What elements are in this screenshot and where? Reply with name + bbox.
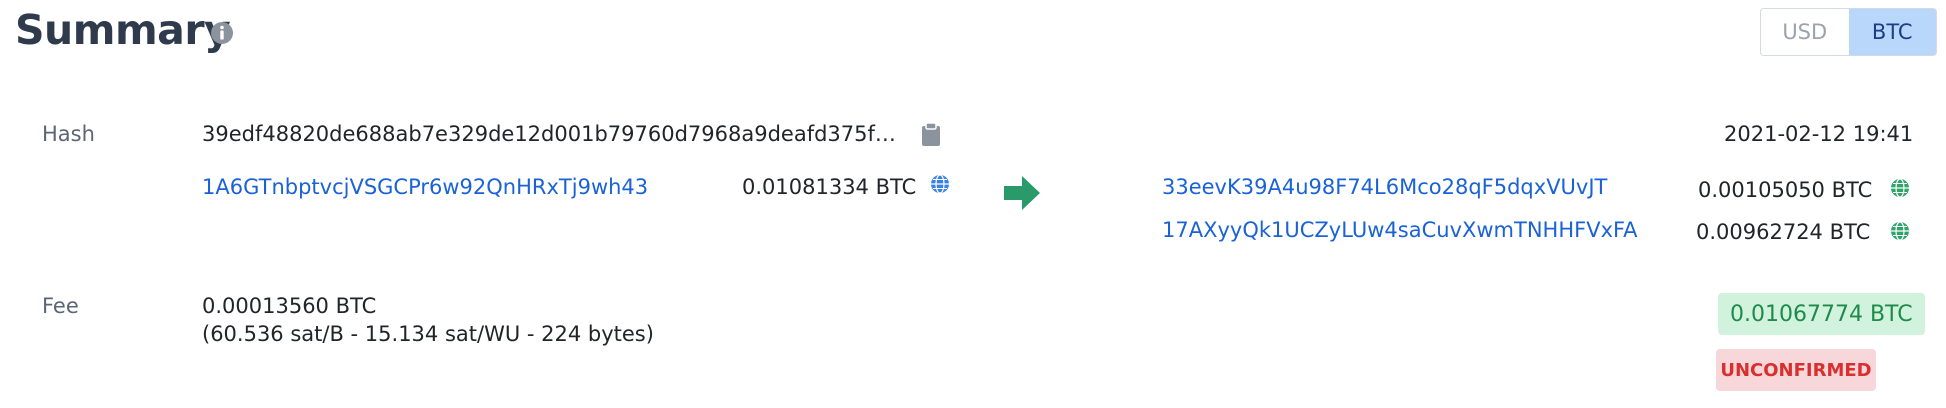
hash-value[interactable]: 39edf48820de688ab7e329de12d001b79760d796… [202,122,896,146]
fee-value: 0.00013560 BTC [202,294,377,318]
currency-toggle: USD BTC [1760,8,1937,56]
input-address[interactable]: 1A6GTnbptvcjVSGCPr6w92QnHRxTj9wh43 [202,175,648,199]
output-amount-2: 0.00962724 BTC [1696,220,1871,244]
globe-icon[interactable] [930,174,950,199]
timestamp: 2021-02-12 19:41 [1724,122,1914,146]
input-amount: 0.01081334 BTC [742,175,917,199]
hash-label: Hash [42,122,95,146]
currency-usd-button[interactable]: USD [1761,9,1849,55]
output-address-1[interactable]: 33eevK39A4u98F74L6Mco28qF5dqxVUvJT [1162,175,1607,199]
globe-icon[interactable] [1890,178,1910,203]
info-circle-icon[interactable] [209,20,235,51]
total-amount-badge: 0.01067774 BTC [1718,293,1925,335]
transaction-summary: Summary USD BTC Hash 39edf48820de688ab7e… [0,0,1946,408]
currency-btc-button[interactable]: BTC [1848,9,1936,55]
output-amount-1: 0.00105050 BTC [1698,178,1873,202]
output-address-2[interactable]: 17AXyyQk1UCZyLUw4saCuvXwmTNHHFVxFA [1162,218,1638,242]
globe-icon[interactable] [1890,221,1910,246]
arrow-right-icon [1004,176,1040,215]
fee-details: (60.536 sat/B - 15.134 sat/WU - 224 byte… [202,322,654,346]
status-badge: UNCONFIRMED [1716,349,1876,391]
page-title: Summary [15,6,231,54]
fee-label: Fee [42,294,79,318]
clipboard-icon[interactable] [920,122,942,151]
